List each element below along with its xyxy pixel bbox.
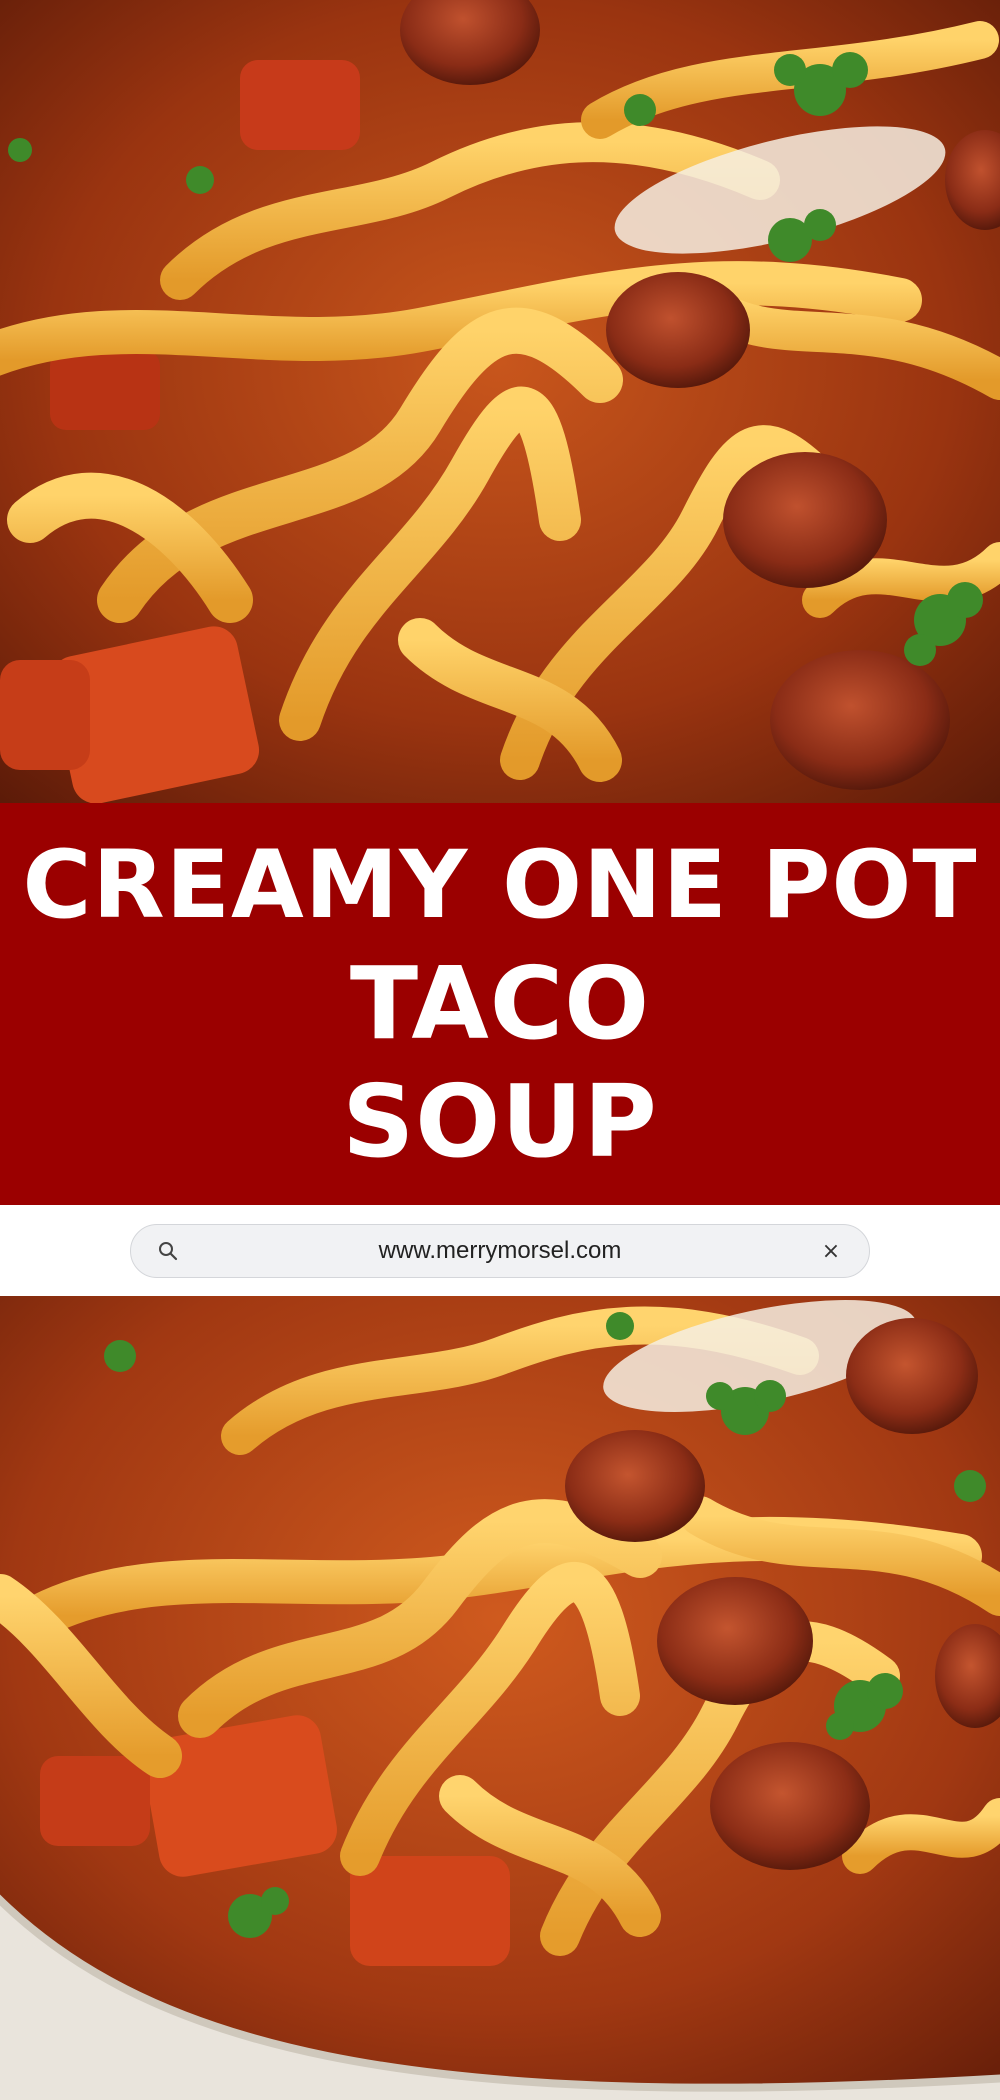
food-photo-top: [0, 0, 1000, 803]
url-bar[interactable]: www.merrymorsel.com ×: [130, 1223, 870, 1278]
title-line-1: CREAMY ONE POT: [22, 831, 978, 940]
search-icon: [159, 1241, 178, 1260]
title-banner: CREAMY ONE POT TACO SOUP: [0, 803, 1000, 1205]
close-icon[interactable]: ×: [815, 1236, 847, 1268]
food-photo-top-illustration: [0, 0, 1000, 803]
food-photo-bottom-illustration: [0, 1296, 1000, 2100]
url-strip: www.merrymorsel.com ×: [0, 1205, 1000, 1296]
food-photo-bottom: [0, 1296, 1000, 2100]
url-text: www.merrymorsel.com: [378, 1236, 622, 1264]
title-line-2: TACO: [349, 945, 651, 1062]
title-line-3: SOUP: [342, 1063, 658, 1180]
